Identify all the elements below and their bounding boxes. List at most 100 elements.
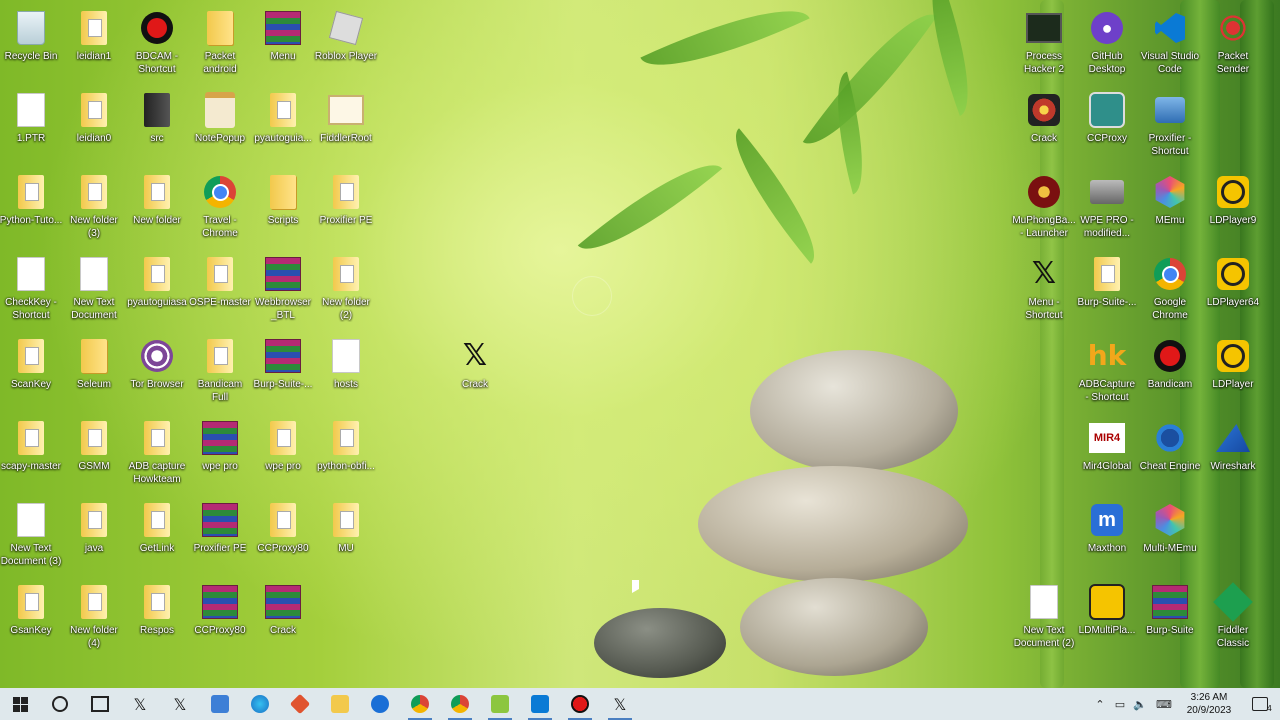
taskbar-button-bandicam[interactable] [560,688,600,720]
left-desktop-icon[interactable]: Roblox Player [315,4,377,84]
taskbar-button-x-app[interactable]: 𝕏 [120,688,160,720]
taskbar-button-file-explorer[interactable] [320,688,360,720]
clock[interactable]: 3:26 AM 20/9/2023 [1178,691,1240,717]
right-desktop-icon[interactable]: Burp-Suite [1139,578,1201,658]
left-desktop-icon[interactable]: leidian1 [63,4,125,84]
left-desktop-icon[interactable]: pyautoguiasa [126,250,188,330]
left-desktop-icon[interactable]: Webbrowser _BTL [252,250,314,330]
folder-icon [76,174,112,210]
left-desktop-icon[interactable]: OSPE-master [189,250,251,330]
left-desktop-icon[interactable]: wpe pro [252,414,314,494]
right-desktop-icon[interactable]: Multi-MEmu [1139,496,1201,576]
left-desktop-icon[interactable]: pyautoguia... [252,86,314,166]
left-desktop-icon[interactable]: java [63,496,125,576]
right-desktop-icon[interactable]: m Maxthon [1076,496,1138,576]
network-icon[interactable]: ▭ [1110,688,1130,720]
left-desktop-icon[interactable]: 1.PTR [0,86,62,166]
left-desktop-icon[interactable]: CCProxy80 [252,496,314,576]
left-desktop-icon[interactable]: CheckKey - Shortcut [0,250,62,330]
right-desktop-icon[interactable]: MuPhongBa... - Launcher [1012,168,1076,248]
left-desktop-icon[interactable]: New folder [126,168,188,248]
desktop-icon-crack-middle[interactable]: 𝕏 Crack [444,332,506,412]
left-desktop-icon[interactable]: Burp-Suite-... [252,332,314,412]
left-desktop-icon[interactable]: New folder (2) [315,250,377,330]
desktop[interactable]: Recycle Bin leidian1 BDCAM - Shortcut Packe… [0,0,1280,688]
right-desktop-icon[interactable]: CCProxy [1076,86,1138,166]
right-desktop-icon[interactable]: ● GitHub Desktop [1076,4,1138,84]
right-desktop-icon[interactable]: Process Hacker 2 [1013,4,1075,84]
notification-center-icon[interactable]: 4 [1240,688,1280,720]
right-desktop-icon[interactable]: Cheat Engine [1139,414,1201,494]
left-desktop-icon[interactable]: scapy-master [0,414,62,494]
right-desktop-icon[interactable]: Proxifier - Shortcut [1139,86,1201,166]
left-desktop-icon[interactable]: src [126,86,188,166]
left-desktop-icon[interactable]: GetLink [126,496,188,576]
taskbar-button-x-app[interactable]: 𝕏 [600,688,640,720]
right-desktop-icon[interactable]: New Text Document (2) [1013,578,1075,658]
left-desktop-icon[interactable]: Seleum [63,332,125,412]
left-desktop-icon[interactable]: BDCAM - Shortcut [126,4,188,84]
left-desktop-icon[interactable]: New folder (4) [63,578,125,658]
left-desktop-icon[interactable]: Travel - Chrome [189,168,251,248]
right-desktop-icon[interactable]: LDPlayer [1202,332,1264,412]
taskbar-button-windows-start[interactable] [0,688,40,720]
taskbar-button-x-app[interactable]: 𝕏 [160,688,200,720]
right-desktop-icon[interactable]: Google Chrome [1139,250,1201,330]
left-desktop-icon[interactable]: GSMM [63,414,125,494]
desktop-icon-label: hosts [334,379,358,390]
left-desktop-icon[interactable]: MU [315,496,377,576]
left-desktop-icon[interactable]: NotePopup [189,86,251,166]
left-desktop-icon[interactable]: Proxifier PE [189,496,251,576]
left-desktop-icon[interactable]: Python-Tuto... [0,168,62,248]
show-hidden-icons-chevron-icon[interactable]: ⌃ [1090,688,1110,720]
left-desktop-icon[interactable]: New folder (3) [63,168,125,248]
left-desktop-icon[interactable]: wpe pro [189,414,251,494]
right-desktop-icon[interactable]: Wireshark [1202,414,1264,494]
right-desktop-icon[interactable]: Packet Sender [1202,4,1264,84]
left-desktop-icon[interactable]: ScanKey [0,332,62,412]
taskbar-button-search[interactable] [40,688,80,720]
left-desktop-icon[interactable]: Crack [252,578,314,658]
right-desktop-icon[interactable]: MIR4 Mir4Global [1076,414,1138,494]
left-desktop-icon[interactable]: Recycle Bin [0,4,62,84]
left-desktop-icon[interactable]: ADB capture Howkteam [126,414,188,494]
left-desktop-icon[interactable]: Scripts [252,168,314,248]
taskbar-button-teamviewer[interactable] [360,688,400,720]
right-desktop-icon[interactable]: WPE PRO - modified... [1076,168,1138,248]
left-desktop-icon[interactable]: hosts [315,332,377,412]
right-desktop-icon[interactable]: LDPlayer64 [1202,250,1264,330]
right-desktop-icon[interactable]: 𝕏 Menu - Shortcut [1013,250,1075,330]
volume-icon[interactable]: 🔈 [1130,688,1150,720]
left-desktop-icon[interactable]: GsanKey [0,578,62,658]
left-desktop-icon[interactable]: Bandicam Full [189,332,251,412]
right-desktop-icon[interactable]: Bandicam [1139,332,1201,412]
right-desktop-icon[interactable]: Visual Studio Code [1139,4,1201,84]
left-desktop-icon[interactable]: CCProxy80 [189,578,251,658]
taskbar-button-vscode[interactable] [520,688,560,720]
right-desktop-icon[interactable]: LDMultiPla... [1076,578,1138,658]
taskbar-button-edge[interactable] [240,688,280,720]
right-desktop-icon[interactable]: Crack [1013,86,1075,166]
left-desktop-icon[interactable]: Tor Browser [126,332,188,412]
left-desktop-icon[interactable]: Packet android [189,4,251,84]
left-desktop-icon[interactable]: New Text Document [63,250,125,330]
taskbar-button-chrome[interactable] [440,688,480,720]
taskbar-button-visual-studio[interactable] [200,688,240,720]
taskbar-button-notepad-plus[interactable] [480,688,520,720]
taskbar-button-git[interactable] [280,688,320,720]
taskbar-button-task-view[interactable] [80,688,120,720]
right-desktop-icon[interactable]: LDPlayer9 [1202,168,1264,248]
left-desktop-icon[interactable]: Menu [252,4,314,84]
left-desktop-icon[interactable]: New Text Document (3) [0,496,62,576]
left-desktop-icon[interactable]: Proxifier PE [315,168,377,248]
left-desktop-icon[interactable]: Respos [126,578,188,658]
taskbar-button-chrome[interactable] [400,688,440,720]
left-desktop-icon[interactable]: FiddlerRoot [315,86,377,166]
right-desktop-icon[interactable]: MEmu [1139,168,1201,248]
right-desktop-icon[interactable]: Burp-Suite-... [1076,250,1138,330]
right-desktop-icon[interactable]: hk ADBCapture - Shortcut [1076,332,1138,412]
right-desktop-icon[interactable]: Fiddler Classic [1202,578,1264,658]
left-desktop-icon[interactable]: python-obfi... [315,414,377,494]
keyboard-icon[interactable]: ⌨ [1150,688,1178,720]
left-desktop-icon[interactable]: leidian0 [63,86,125,166]
